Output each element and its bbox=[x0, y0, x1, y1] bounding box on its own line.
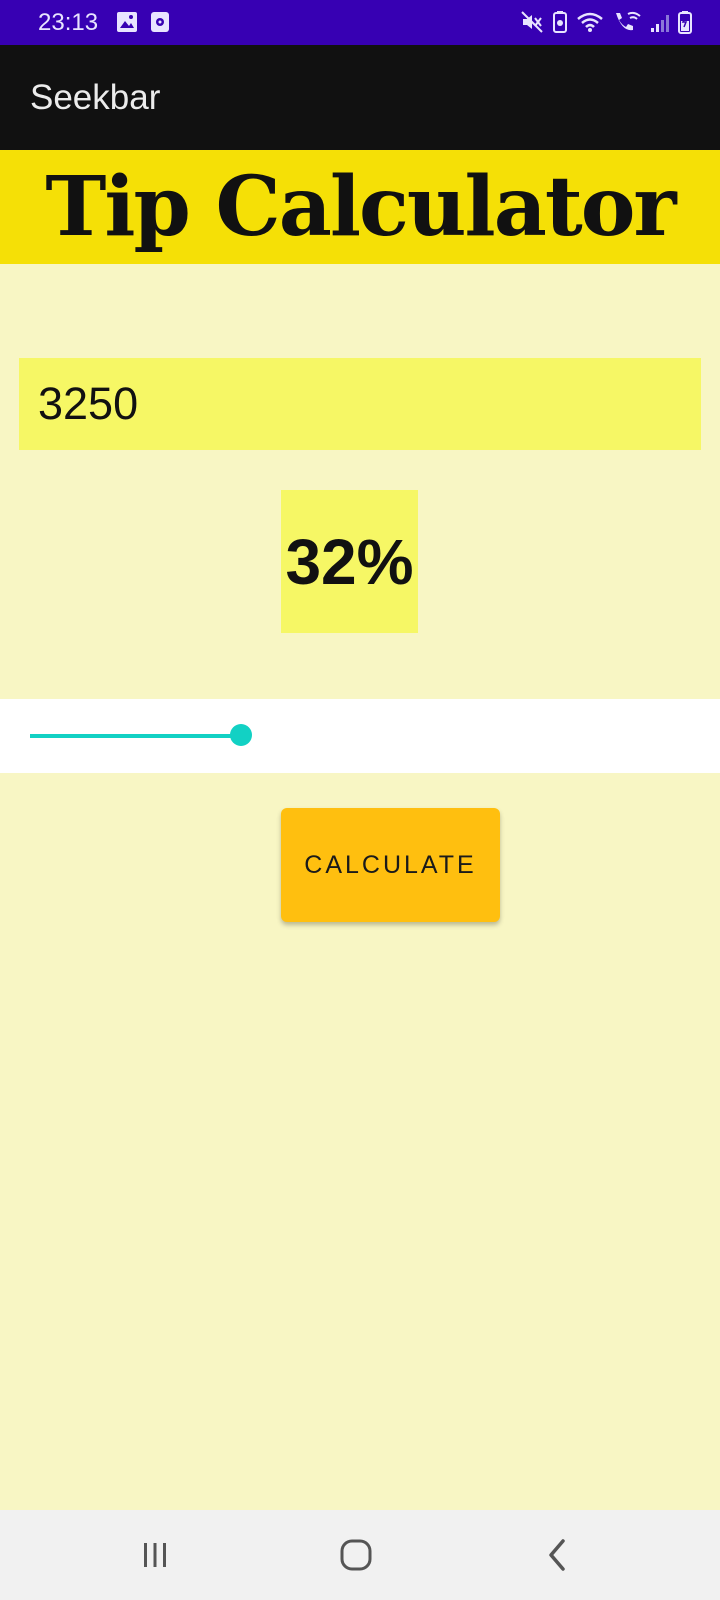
tip-percent-text: 32% bbox=[285, 525, 414, 598]
page-heading: Tip Calculator bbox=[45, 159, 676, 255]
tip-percent-display: 32% bbox=[281, 490, 418, 633]
image-icon bbox=[116, 11, 138, 38]
battery-saver-icon bbox=[552, 10, 568, 39]
home-icon[interactable] bbox=[326, 1535, 386, 1575]
wifi-icon bbox=[576, 10, 604, 39]
status-bar: 23:13 bbox=[0, 0, 720, 45]
signal-icon bbox=[650, 10, 670, 39]
system-nav-bar bbox=[0, 1510, 720, 1600]
wifi-calling-icon bbox=[612, 10, 642, 39]
calculate-button[interactable]: CALCULATE bbox=[281, 808, 500, 922]
seekbar-thumb[interactable] bbox=[230, 724, 253, 746]
seekbar-progress bbox=[30, 734, 242, 738]
app-title: Seekbar bbox=[30, 78, 161, 117]
seekbar-track[interactable] bbox=[30, 734, 690, 738]
media-icon bbox=[150, 11, 170, 38]
status-time: 23:13 bbox=[38, 9, 99, 36]
header-banner: Tip Calculator bbox=[0, 150, 720, 264]
mute-icon bbox=[520, 10, 544, 39]
bill-amount-input[interactable] bbox=[19, 358, 701, 450]
recents-icon[interactable] bbox=[125, 1535, 185, 1575]
app-bar: Seekbar bbox=[0, 45, 720, 150]
battery-icon bbox=[678, 10, 692, 39]
back-icon[interactable] bbox=[528, 1535, 588, 1575]
tip-seekbar[interactable] bbox=[0, 699, 720, 773]
